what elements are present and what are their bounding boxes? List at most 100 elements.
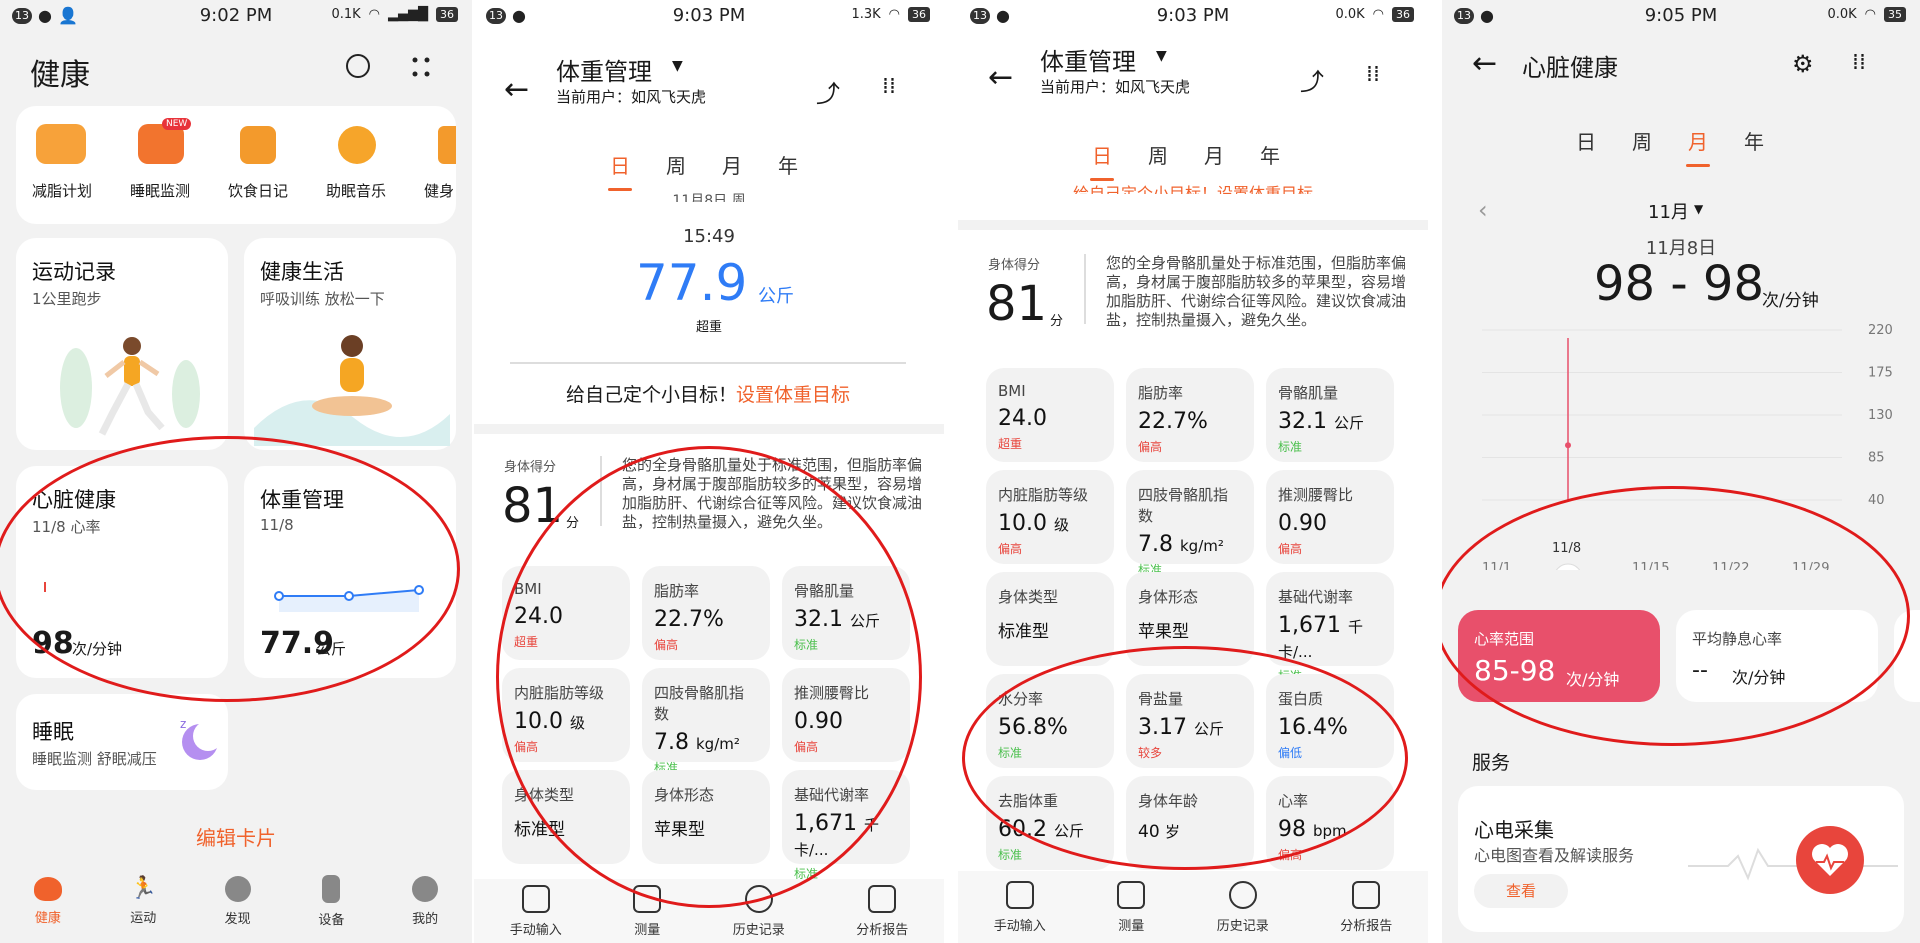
page-title[interactable]: 体重管理 [556,52,652,87]
tab-month[interactable]: 月 [1686,126,1710,167]
measure-time: 15:49 [683,226,735,247]
tab-year[interactable]: 年 [1744,126,1764,155]
title-dropdown-icon[interactable]: ▼ [672,58,683,74]
metric-tile[interactable]: 推测腰臀比 0.90 偏高 [1266,470,1394,564]
weight-management-card[interactable]: 体重管理 11/8 77.9 公斤 [244,466,456,678]
ecg-view-button[interactable]: 查看 [1474,874,1568,908]
metric-tile[interactable]: 身体形态 苹果型 [1126,572,1254,666]
report-button[interactable]: 分析报告 [1340,880,1392,934]
tab-month[interactable]: 月 [1204,140,1224,169]
metric-tile[interactable]: 基础代谢率1,671 千卡/...标准 [782,770,910,881]
metric-tile[interactable]: 骨骼肌量 32.1 公斤 标准 [1266,368,1394,462]
metric-tile[interactable]: 骨骼肌量 32.1 公斤 标准 [782,566,910,660]
more-icon[interactable]: ⁞⁞ [1852,50,1866,75]
heart-health-card[interactable]: 心脏健康 11/8 心率 98 次/分钟 [16,466,228,678]
more-icon[interactable]: ⁞⁞ [882,74,896,99]
tab-month[interactable]: 月 [722,150,742,179]
measure-button[interactable]: 测量 [633,884,662,938]
set-goal-link[interactable]: 设置体重目标 [736,380,850,407]
weight-card-sub: 11/8 [260,516,294,534]
metric-tile[interactable]: BMI 24.0 超重 [986,368,1114,462]
shortcut-fat-plan[interactable]: 减脂计划 [32,180,92,201]
tab-day[interactable]: 日 [1090,140,1114,181]
title-dropdown-icon[interactable]: ▼ [1156,48,1167,64]
heart-rate-chart[interactable]: 220 175 130 85 40 11/1 11/8 11/15 11/22 11/29 [1462,320,1902,570]
heart-range-card[interactable]: 心率范围 85-98 次/分钟 [1458,610,1660,702]
ecg-service-card[interactable]: 心电采集 心电图查看及解读服务 查看 [1458,786,1904,932]
tab-day[interactable]: 日 [608,150,632,191]
metric-tile[interactable]: 推测腰臀比 0.90 偏高 [782,668,910,762]
profile-nav-icon [412,875,439,902]
tab-day[interactable]: 日 [1576,126,1596,155]
metric-tile[interactable]: 身体类型 标准型 [986,572,1114,666]
healthy-life-card[interactable]: 健康生活 呼吸训练 放松一下 [244,238,456,450]
tab-week[interactable]: 周 [1632,126,1652,155]
metric-tile[interactable]: BMI 24.0 超重 [502,566,630,660]
metric-tile[interactable]: 脂肪率 22.7% 偏高 [642,566,770,660]
metric-value-row: 16.4% [1278,715,1382,740]
next-card-peek[interactable] [1894,610,1920,702]
fat-plan-icon[interactable] [36,124,86,164]
more-icon[interactable]: ⁞⁞ [1366,62,1380,87]
metric-tile[interactable]: 身体年龄 40 岁 [1126,776,1254,870]
report-button[interactable]: 分析报告 [856,884,908,938]
metric-tile[interactable]: 四肢骨骼肌指数 7.8 kg/m² 标准 [642,668,770,775]
nav-health[interactable]: 健康 [33,876,62,926]
metric-tile[interactable]: 身体形态 苹果型 [642,770,770,864]
tab-week[interactable]: 周 [1148,140,1168,169]
history-button[interactable]: 历史记录 [1217,880,1269,934]
goal-partial[interactable]: 给自己定个小目标！设置体重目标 [958,180,1428,194]
back-arrow-icon[interactable]: ← [1472,46,1497,81]
diet-diary-icon[interactable] [240,126,276,164]
metric-tile[interactable]: 去脂体重 60.2 公斤 标准 [986,776,1114,870]
nav-devices[interactable]: 设备 [318,874,344,928]
share-icon[interactable]: ⤴ [1300,62,1324,97]
sleep-monitor-icon[interactable] [138,124,184,164]
metric-tile[interactable]: 内脏脂肪等级 10.0 级偏高 [986,470,1114,564]
shortcut-sleep-monitor[interactable]: 睡眠监测 [130,180,190,201]
metric-tile[interactable]: 基础代谢率1,671 千卡/...标准 [1266,572,1394,683]
back-arrow-icon[interactable]: ← [988,60,1013,95]
prev-month-icon[interactable]: ‹ [1478,196,1488,224]
shortcut-fitness[interactable]: 健身 [424,180,456,201]
manual-input-button[interactable]: 手动输入 [994,880,1046,934]
metric-tile[interactable]: 脂肪率 22.7% 偏高 [1126,368,1254,462]
page-title[interactable]: 体重管理 [1040,42,1136,77]
metric-label: 推测腰臀比 [1278,486,1354,504]
resting-heart-card[interactable]: 平均静息心率 -- 次/分钟 [1676,610,1878,702]
metric-tile[interactable]: 四肢骨骼肌指数 7.8 kg/m² 标准 [1126,470,1254,577]
nav-discover[interactable]: 发现 [224,875,251,927]
exercise-record-card[interactable]: 运动记录 1公里跑步 [16,238,228,450]
metric-tile[interactable]: 骨盐量 3.17 公斤 较多 [1126,674,1254,768]
more-icon[interactable] [412,56,430,77]
fitness-icon[interactable] [438,126,456,164]
shortcut-sleep-music[interactable]: 助眠音乐 [326,180,386,201]
nav-me[interactable]: 我的 [412,875,439,927]
metric-tile[interactable]: 水分率 56.8% 标准 [986,674,1114,768]
search-icon[interactable] [346,54,370,78]
tab-week[interactable]: 周 [666,150,686,179]
tab-year[interactable]: 年 [1260,140,1280,169]
metric-tile[interactable]: 内脏脂肪等级 10.0 级偏高 [502,668,630,762]
manual-input-button[interactable]: 手动输入 [510,884,562,938]
metric-value-row: 32.1 公斤 [1278,409,1382,434]
history-button[interactable]: 历史记录 [733,884,785,938]
metric-tile[interactable]: 身体类型 标准型 [502,770,630,864]
sleep-music-icon[interactable] [338,126,376,164]
gear-icon[interactable]: ⚙ [1792,50,1814,78]
trend-point [344,591,354,601]
metric-tile[interactable]: 蛋白质 16.4% 偏低 [1266,674,1394,768]
share-icon[interactable]: ⤴ [816,74,840,109]
back-arrow-icon[interactable]: ← [504,72,529,107]
date-header[interactable]: 11月8日 周 [474,190,944,202]
month-selector[interactable]: 11月 [1648,198,1689,224]
sleep-card[interactable]: 睡眠 睡眠监测 舒眠减压 z [16,694,228,790]
tab-year[interactable]: 年 [778,150,798,179]
measure-button[interactable]: 测量 [1117,880,1146,934]
metric-tile[interactable]: 心率 98 bpm 偏高 [1266,776,1394,870]
edit-cards-link[interactable]: 编辑卡片 [0,822,472,851]
shortcut-diet-diary[interactable]: 饮食日记 [228,180,288,201]
metric-label: 内脏脂肪等级 [998,486,1089,504]
month-dropdown-icon[interactable]: ▼ [1694,202,1703,216]
nav-exercise[interactable]: 🏃 运动 [130,876,157,926]
